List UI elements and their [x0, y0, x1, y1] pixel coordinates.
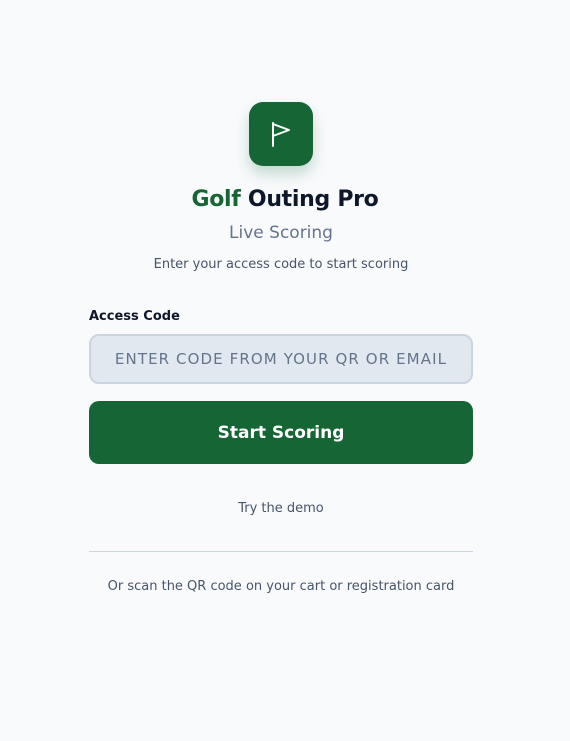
- try-demo-link[interactable]: Try the demo: [89, 500, 473, 518]
- access-code-label: Access Code: [89, 309, 180, 324]
- app-title-accent: Golf: [191, 187, 241, 212]
- app-logo: [249, 102, 313, 166]
- app-subtitle: Live Scoring: [229, 223, 333, 243]
- login-page: Golf Outing Pro Live Scoring Enter your …: [0, 0, 570, 741]
- start-scoring-button[interactable]: Start Scoring: [89, 401, 473, 464]
- access-code-input[interactable]: [89, 334, 473, 384]
- qr-scan-note: Or scan the QR code on your cart or regi…: [107, 579, 455, 594]
- app-title-rest: Outing Pro: [247, 187, 379, 212]
- instructions-text: Enter your access code to start scoring: [153, 257, 409, 272]
- app-title: Golf Outing Pro: [0, 185, 570, 215]
- flag-icon: [272, 122, 290, 147]
- divider: [89, 551, 473, 552]
